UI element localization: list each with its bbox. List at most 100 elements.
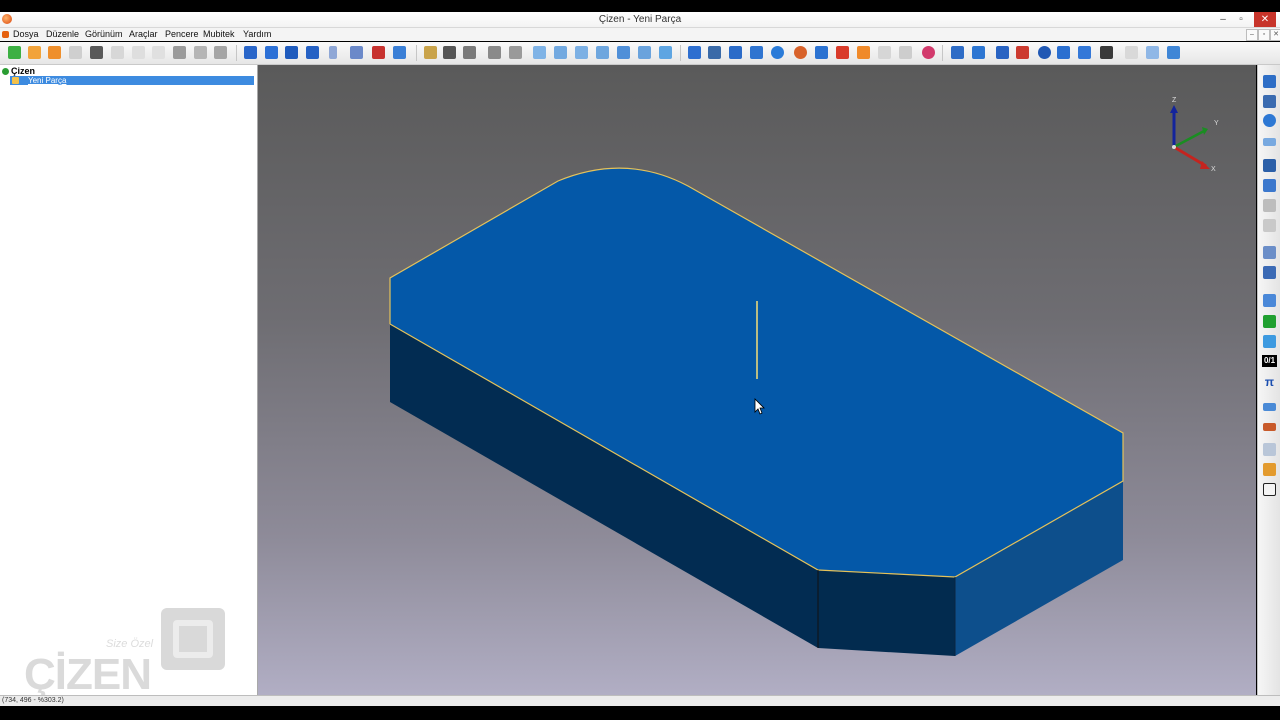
copy-icon[interactable] [132,46,145,59]
plane-icon[interactable] [951,46,964,59]
delete-icon[interactable] [173,46,186,59]
dimension-icon[interactable] [708,46,721,59]
part-chamfer-face[interactable] [818,570,955,656]
globe-icon[interactable] [1038,46,1051,59]
view-right-icon[interactable] [638,46,651,59]
select-icon[interactable] [424,46,437,59]
redo-icon[interactable] [214,46,227,59]
close-button[interactable]: ✕ [1254,12,1276,27]
box-primitive-icon[interactable] [244,46,257,59]
menu-araclar[interactable]: Araçlar [129,29,158,39]
binary-toggle-button[interactable]: 0/1 [1262,355,1277,367]
plus-icon[interactable] [1263,335,1276,348]
render-icon[interactable] [1016,46,1029,59]
crosshair-icon[interactable] [1100,46,1113,59]
sweep-icon[interactable] [306,46,319,59]
watermark-brand: ÇİZEN [24,650,152,699]
scale-icon[interactable] [1263,219,1276,232]
grid-icon[interactable] [1125,46,1138,59]
folder-icon[interactable] [48,46,61,59]
undo-icon[interactable] [194,46,207,59]
cut-icon[interactable] [111,46,124,59]
cursor-coordinates: (734, 496 - %303.2) [2,697,64,704]
view-top-icon[interactable] [575,46,588,59]
view-left-icon[interactable] [617,46,630,59]
view-iso-icon[interactable] [659,46,672,59]
boolean-icon[interactable] [794,46,807,59]
tree-item-yeni-parca[interactable]: Yeni Parça [10,76,254,85]
menu-dosya[interactable]: Dosya [13,29,39,39]
material-icon[interactable] [857,46,870,59]
spiral-icon[interactable] [922,46,935,59]
new-file-icon[interactable] [8,46,21,59]
view-front-icon[interactable] [533,46,546,59]
move-icon[interactable] [899,46,912,59]
open-folder-icon[interactable] [28,46,41,59]
curve-tool-icon[interactable] [1263,179,1276,192]
vertex-icon[interactable] [1263,266,1276,279]
sphere-icon[interactable] [771,46,784,59]
network-icon[interactable] [1167,46,1180,59]
pattern-icon[interactable] [878,46,891,59]
menu-mubitek[interactable]: Mubitek [203,29,235,39]
right-toolbar: 0/1 π [1257,65,1280,695]
ruler-icon[interactable] [1263,423,1276,431]
line-tool-icon[interactable] [1263,75,1276,88]
extrude-icon[interactable] [265,46,278,59]
layer-icon[interactable] [972,46,985,59]
mdi-minimize-button[interactable]: – [1246,29,1258,41]
close-file-icon[interactable] [69,46,82,59]
arc-icon[interactable] [1263,114,1276,127]
zoom-icon[interactable] [463,46,476,59]
view-bottom-icon[interactable] [596,46,609,59]
cube-icon[interactable] [1263,483,1276,496]
watermark-tagline: Size Özel [106,638,154,650]
part-icon [12,77,19,84]
perpendicular-icon[interactable] [1263,95,1276,108]
mdi-close-button[interactable]: ✕ [1270,29,1280,41]
zoom-fit-icon[interactable] [509,46,522,59]
sketch-icon[interactable] [729,46,742,59]
menu-pencere[interactable]: Pencere [165,29,199,39]
view-back-icon[interactable] [554,46,567,59]
solid-icon[interactable] [372,46,385,59]
align-icon[interactable] [1057,46,1070,59]
zoom-window-icon[interactable] [488,46,501,59]
document-icon[interactable] [2,31,9,38]
snap-icon[interactable] [1146,46,1159,59]
cut-solid-icon[interactable] [836,46,849,59]
menu-yardim[interactable]: Yardım [243,29,271,39]
toolbar-separator [680,45,681,61]
menu-gorunum[interactable]: Görünüm [85,29,123,39]
pause-icon[interactable] [688,46,701,59]
point-icon[interactable] [329,46,337,59]
chart-icon[interactable] [1263,294,1276,307]
toolbar-separator [942,45,943,61]
surface-icon[interactable] [393,46,406,59]
viewport-canvas[interactable]: Z Y X [258,65,1256,695]
paint-icon[interactable] [1263,463,1276,476]
mdi-restore-button[interactable]: ▫ [1258,29,1270,41]
pan-icon[interactable] [443,46,456,59]
toolbar-separator [236,45,237,61]
offset-icon[interactable] [1263,138,1276,146]
curve-icon[interactable] [750,46,763,59]
revolve-icon[interactable] [285,46,298,59]
menu-duzenle[interactable]: Düzenle [46,29,79,39]
save-icon[interactable] [90,46,103,59]
spline-icon[interactable] [350,46,363,59]
3d-viewport[interactable]: Z Y X [258,65,1256,695]
distribute-icon[interactable] [1078,46,1091,59]
pi-button[interactable]: π [1262,376,1277,388]
group-icon[interactable] [996,46,1009,59]
minimize-button[interactable]: – [1214,12,1232,27]
tree-icon[interactable] [1263,315,1276,328]
shell-icon[interactable] [815,46,828,59]
move-tool-icon[interactable] [1263,199,1276,212]
pencil-icon[interactable] [1263,246,1276,259]
measure-icon[interactable] [1263,403,1276,411]
maximize-button[interactable]: ▫ [1232,12,1250,27]
paste-icon[interactable] [152,46,165,59]
intersect-icon[interactable] [1263,159,1276,172]
hatch-icon[interactable] [1263,443,1276,456]
